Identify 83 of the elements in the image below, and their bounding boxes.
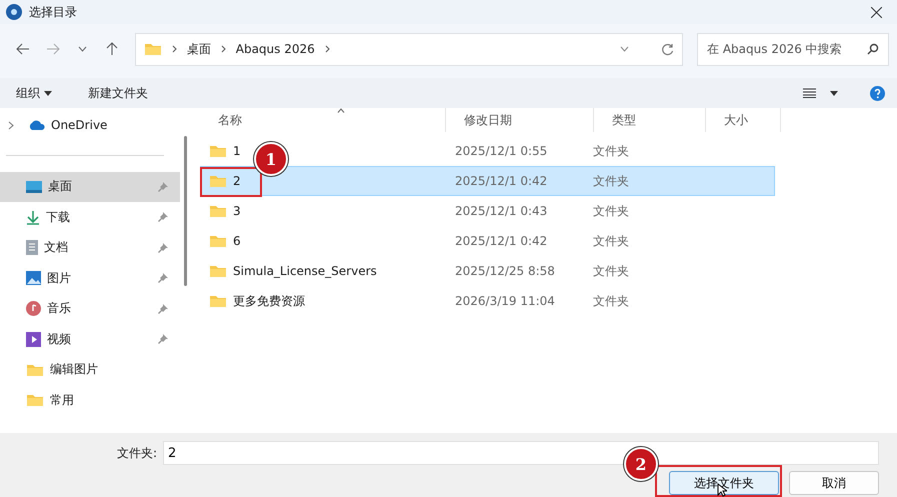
- file-name: 3: [233, 204, 241, 218]
- search-field[interactable]: 在 Abaqus 2026 中搜索: [697, 32, 890, 66]
- column-header[interactable]: 名称: [200, 108, 446, 132]
- sort-caret-icon: [337, 108, 345, 113]
- folder-icon: [209, 204, 227, 218]
- folder-label: 文件夹:: [116, 444, 157, 462]
- folder-icon: [209, 264, 227, 278]
- chevron-right-icon: [220, 45, 226, 53]
- desktop-icon: [26, 180, 42, 193]
- pin-icon[interactable]: [158, 334, 168, 344]
- type-cell-text: 文件夹: [592, 232, 630, 250]
- date-cell-text: 2025/12/1 0:42: [454, 174, 548, 188]
- video-icon: [26, 332, 41, 347]
- refresh-icon[interactable]: [661, 42, 674, 56]
- scrollbar-thumb[interactable]: [184, 136, 186, 286]
- date-cell-text: 2026/3/19 11:04: [454, 294, 556, 308]
- selected-row[interactable]: 2 2025/12/1 0:42 文件夹: [200, 166, 775, 196]
- folder-icon: [26, 362, 44, 377]
- sidebar-item[interactable]: 桌面: [0, 172, 180, 202]
- sidebar-item[interactable]: OneDrive: [0, 110, 180, 140]
- breadcrumb[interactable]: Abaqus 2026: [236, 42, 315, 56]
- music-icon: [26, 301, 41, 316]
- file-name: 更多免费资源: [233, 292, 305, 310]
- chevron-right-icon: [172, 45, 177, 53]
- date-cell-text: 2025/12/25 8:58: [454, 264, 556, 278]
- type-cell-text: 文件夹: [592, 292, 630, 310]
- folder-icon: [209, 144, 227, 158]
- step-badge: 1: [254, 142, 288, 176]
- search-icon: [867, 43, 880, 55]
- window-title: 选择目录: [29, 4, 77, 20]
- new-folder-button[interactable]: 新建文件夹: [84, 82, 152, 104]
- date-cell-text: 2025/12/1 0:42: [454, 234, 548, 248]
- folder-icon: [209, 294, 227, 308]
- column-header[interactable]: 类型: [594, 108, 706, 132]
- column-header[interactable]: 修改日期: [446, 108, 594, 132]
- chevron-down-icon[interactable]: [620, 46, 630, 52]
- folder-icon: [144, 42, 162, 56]
- sidebar-item[interactable]: 视频: [0, 324, 180, 354]
- folder-icon: [209, 234, 227, 248]
- list-view-icon: [803, 88, 816, 98]
- sidebar-item[interactable]: 编辑图片: [0, 354, 180, 385]
- chevron-down-icon: [78, 46, 87, 52]
- arrow-up-icon: [106, 42, 118, 56]
- picture-icon: [26, 271, 41, 286]
- close-icon: [870, 6, 882, 18]
- organize-button[interactable]: 组织: [12, 82, 56, 104]
- sidebar-item[interactable]: 图片: [0, 263, 180, 294]
- file-name: Simula_License_Servers: [233, 264, 377, 278]
- arrow-left-icon: [16, 43, 30, 55]
- folder-icon: [209, 174, 227, 188]
- pin-icon[interactable]: [158, 242, 168, 253]
- column-header[interactable]: 大小: [706, 108, 781, 132]
- type-cell-text: 文件夹: [592, 142, 630, 160]
- caret-icon: [44, 90, 52, 96]
- sidebar-item[interactable]: 文档: [0, 232, 180, 263]
- chevron-right-icon: [324, 45, 330, 53]
- cancel-button[interactable]: 取消: [789, 471, 879, 495]
- download-icon: [26, 210, 40, 225]
- arrow-right-icon: [46, 43, 60, 55]
- app-icon: [6, 4, 22, 20]
- breadcrumb[interactable]: 桌面: [186, 40, 211, 58]
- date-cell-text: 2025/12/1 0:43: [454, 204, 548, 218]
- address-bar[interactable]: 桌面 Abaqus 2026: [134, 32, 684, 66]
- cloud-icon: [28, 120, 45, 130]
- file-name: 1: [233, 144, 241, 158]
- help-icon[interactable]: [870, 86, 885, 100]
- type-cell-text: 文件夹: [592, 262, 630, 280]
- sidebar-item[interactable]: 下载: [0, 202, 180, 232]
- folder-icon: [26, 393, 44, 408]
- pin-icon[interactable]: [158, 273, 168, 284]
- caret-icon: [830, 90, 838, 96]
- date-cell-text: 2025/12/1 0:55: [454, 144, 548, 158]
- pin-icon[interactable]: [158, 304, 168, 314]
- sidebar-item[interactable]: 常用: [0, 385, 180, 416]
- step-badge: 2: [624, 447, 658, 481]
- sidebar-item[interactable]: 音乐: [0, 294, 180, 324]
- pin-icon[interactable]: [158, 212, 168, 222]
- type-cell-text: 文件夹: [592, 202, 630, 220]
- pin-icon[interactable]: [158, 182, 168, 192]
- document-icon: [26, 240, 38, 256]
- file-name: 2: [233, 174, 241, 188]
- file-name: 6: [233, 234, 241, 248]
- type-cell-text: 文件夹: [592, 172, 630, 190]
